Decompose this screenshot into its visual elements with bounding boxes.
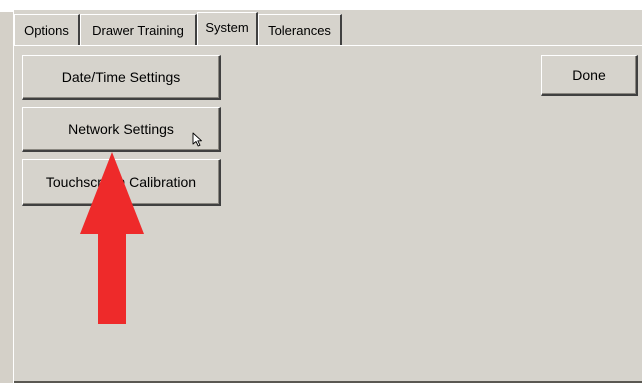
tab-system[interactable]: System xyxy=(197,12,258,45)
done-button[interactable]: Done xyxy=(541,55,638,96)
tab-tolerances[interactable]: Tolerances xyxy=(258,14,342,45)
tab-bar: Options Drawer Training System Tolerance… xyxy=(14,12,342,45)
red-up-arrow-icon xyxy=(80,152,144,324)
tab-drawer-training[interactable]: Drawer Training xyxy=(80,14,197,45)
tab-panel-edge xyxy=(14,45,642,46)
tab-options[interactable]: Options xyxy=(14,14,80,45)
mouse-pointer-icon xyxy=(192,132,202,147)
datetime-settings-button[interactable]: Date/Time Settings xyxy=(22,55,221,100)
